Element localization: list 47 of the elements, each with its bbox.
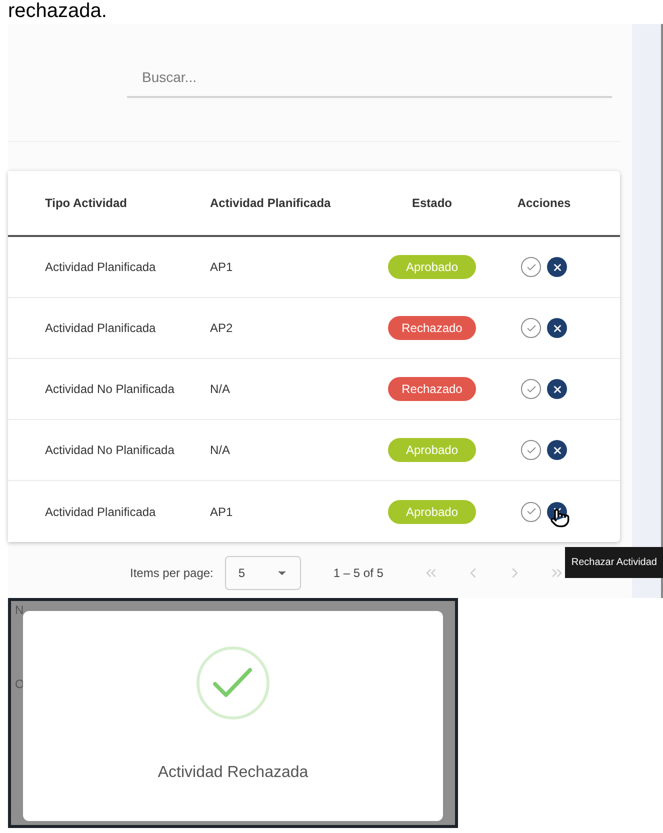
- reject-button[interactable]: [547, 440, 567, 460]
- background-text: N: [15, 602, 24, 619]
- table-cell-text: Actividad Planificada: [44, 259, 157, 276]
- check-icon: [526, 262, 536, 272]
- hand-cursor-icon: [550, 508, 570, 528]
- close-icon: [552, 322, 562, 334]
- approve-button[interactable]: [521, 257, 541, 277]
- column-header: Acciones: [516, 195, 572, 212]
- status-badge: Rechazado: [388, 316, 476, 340]
- table-cell-text: Actividad No Planificada: [44, 381, 176, 398]
- check-icon: [526, 322, 536, 334]
- close-icon: [552, 262, 562, 272]
- status-badge: Aprobado: [388, 255, 476, 279]
- status-badge: Aprobado: [388, 438, 476, 462]
- table-cell-text: AP1: [210, 259, 234, 276]
- check-icon: [526, 444, 536, 456]
- checkmark-icon: [195, 645, 271, 721]
- column-header: Estado: [410, 195, 453, 212]
- check-icon: [526, 384, 536, 394]
- status-badge: Aprobado: [388, 500, 476, 524]
- reject-button[interactable]: [547, 318, 567, 338]
- page-range: 1 – 5 of 5: [333, 565, 384, 582]
- approve-button[interactable]: [521, 502, 541, 522]
- table-cell-text: Actividad No Planificada: [44, 442, 176, 459]
- check-icon: [526, 506, 536, 517]
- document-text: rechazada.: [8, 0, 107, 22]
- tooltip: Rechazar Actividad: [565, 547, 663, 578]
- column-header: Actividad Planificada: [210, 195, 332, 212]
- close-icon: [552, 444, 562, 456]
- table-cell-text: AP2: [210, 320, 234, 337]
- close-icon: [552, 384, 562, 394]
- reject-button[interactable]: [547, 379, 567, 399]
- search-field[interactable]: Buscar...: [127, 58, 612, 98]
- table-cell-text: AP1: [210, 504, 234, 520]
- dialog-message: Actividad Rechazada: [158, 763, 308, 783]
- table-cell-text: Actividad Planificada: [44, 504, 157, 520]
- table-cell-text: Actividad Planificada: [44, 320, 157, 337]
- items-per-page-label: Items per page:: [130, 565, 214, 582]
- status-badge: Rechazado: [388, 377, 476, 401]
- table-cell-text: N/A: [210, 442, 232, 459]
- reject-button[interactable]: [547, 257, 567, 277]
- column-header: Tipo Actividad: [44, 195, 128, 212]
- approve-button[interactable]: [521, 379, 541, 399]
- approve-button[interactable]: [521, 440, 541, 460]
- approve-button[interactable]: [521, 318, 541, 338]
- table-cell-text: N/A: [210, 381, 232, 398]
- page-size-select[interactable]: 5: [225, 556, 302, 590]
